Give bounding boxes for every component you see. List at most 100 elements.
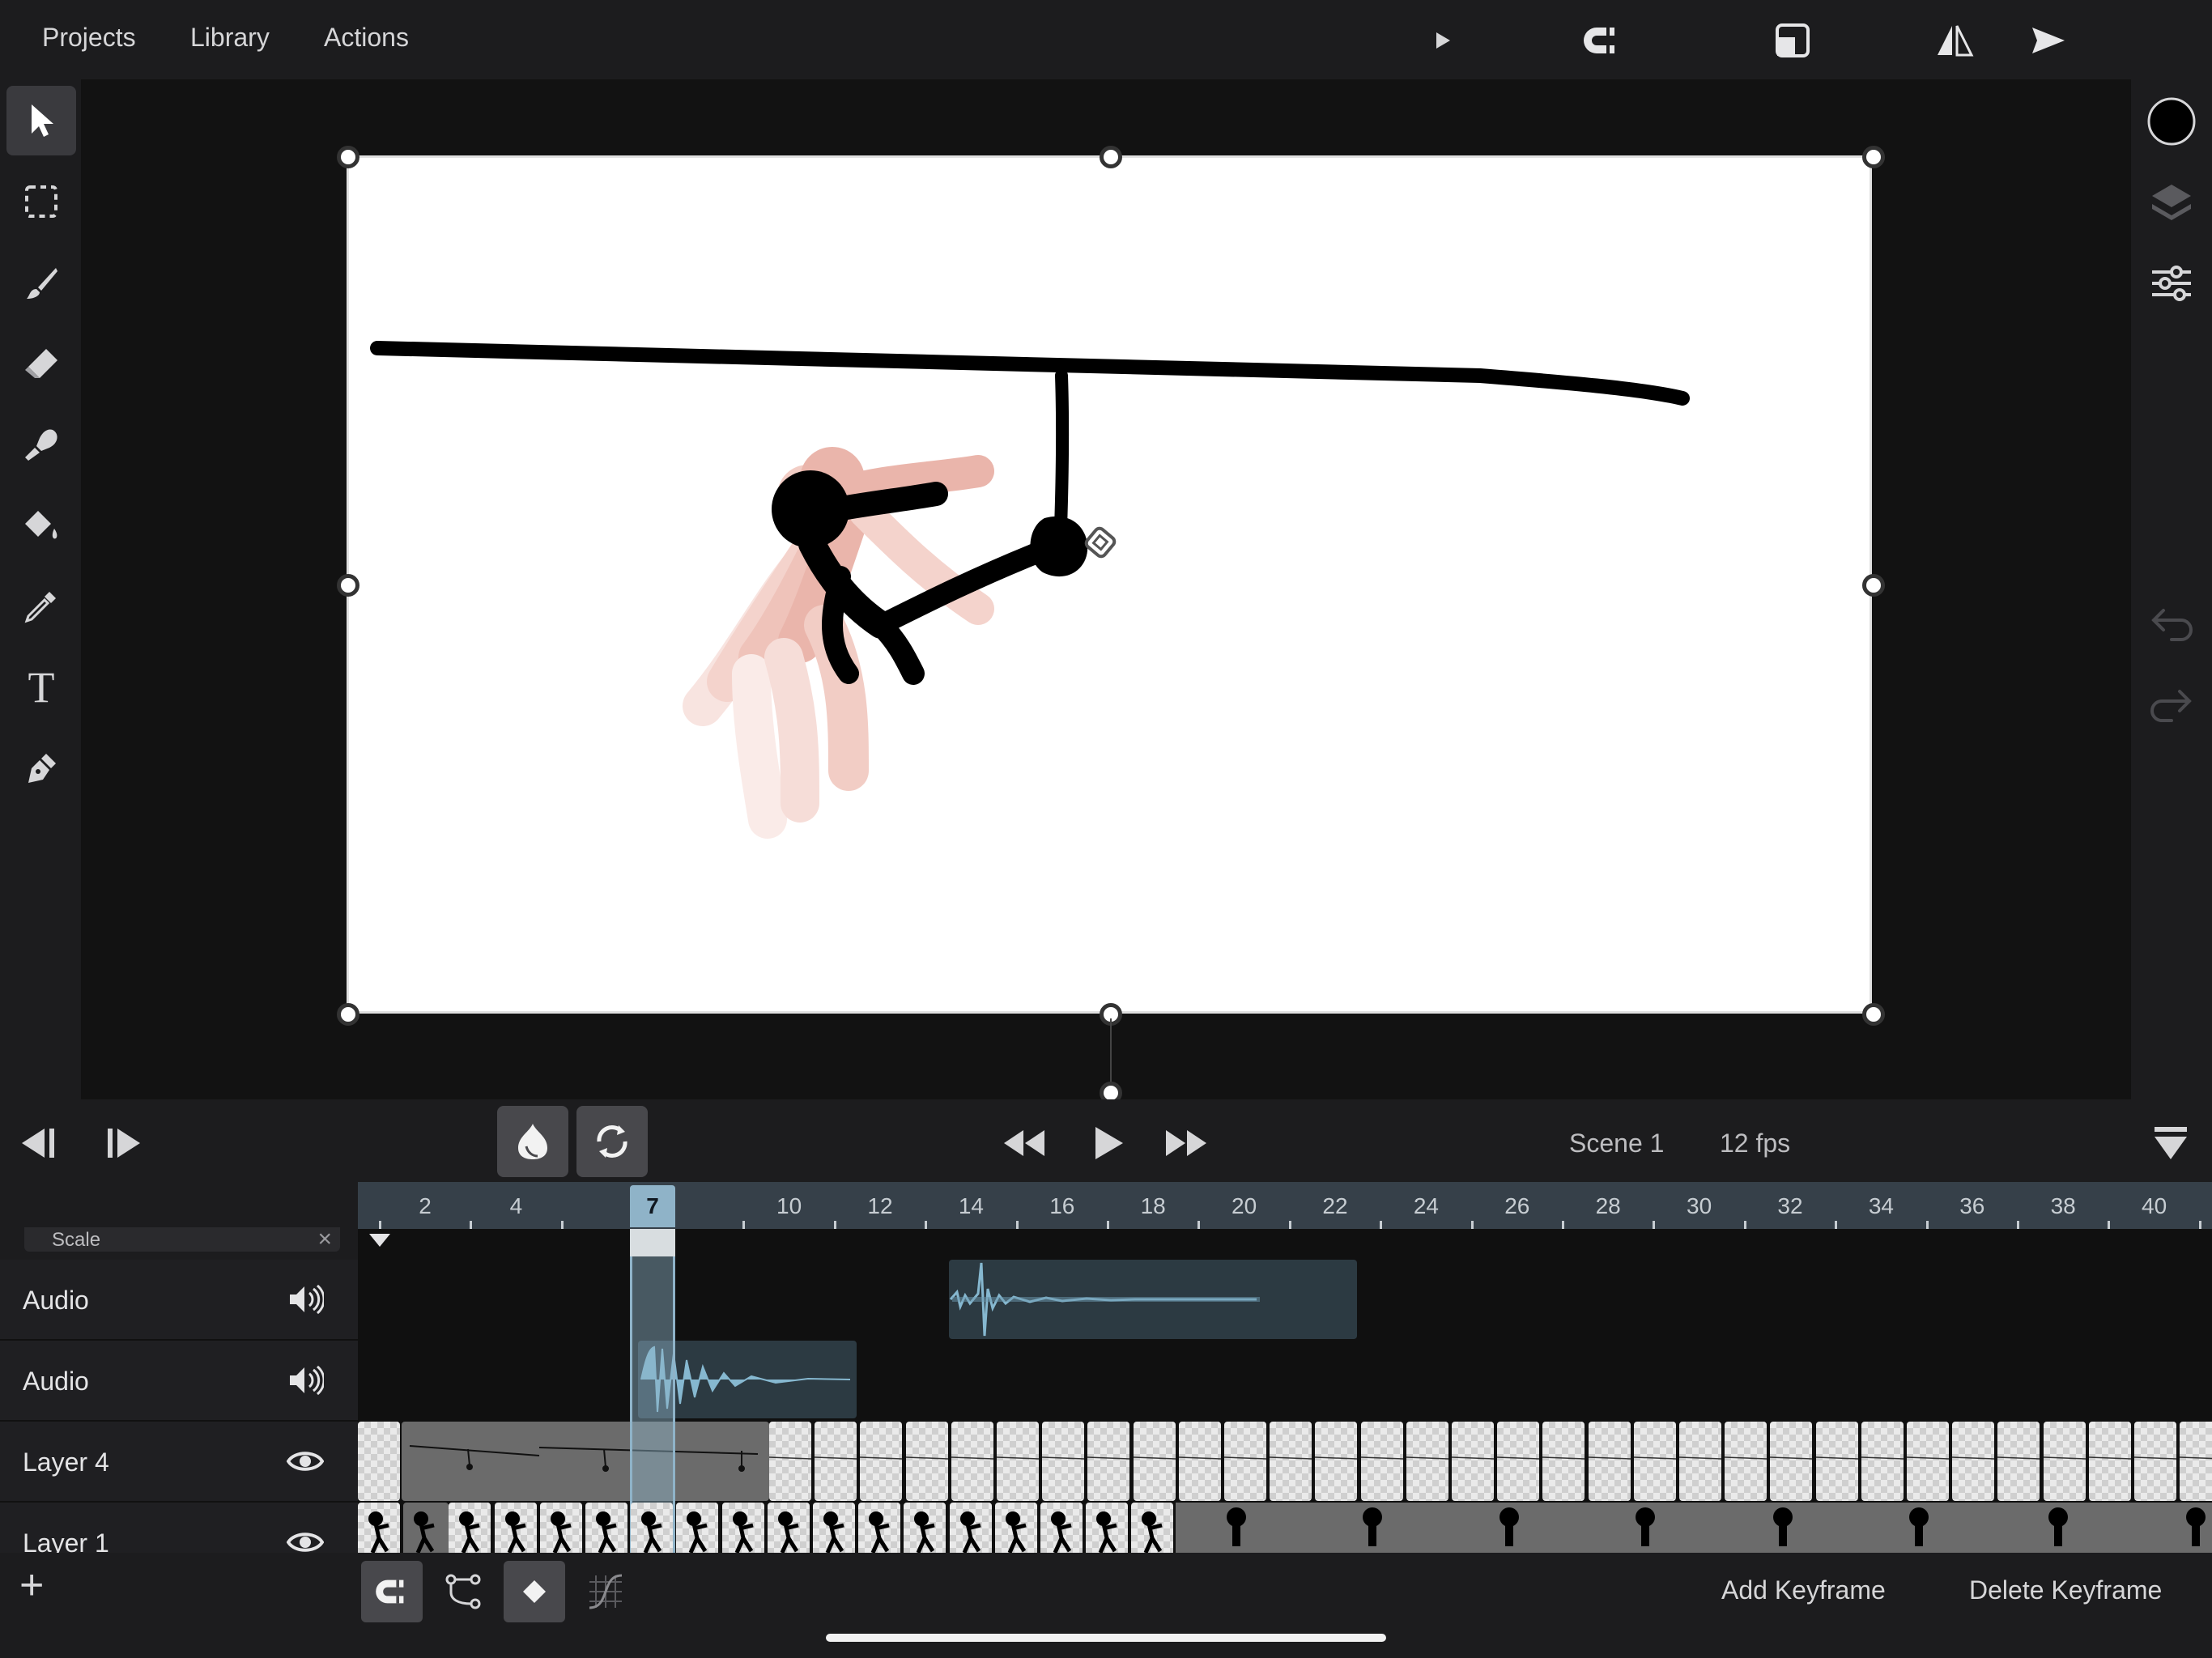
previous-frame-button[interactable] xyxy=(11,1119,65,1167)
eyedropper-tool[interactable] xyxy=(6,572,76,641)
scene-label[interactable]: Scene 1 xyxy=(1569,1129,1664,1158)
frame-cell[interactable] xyxy=(858,1503,901,1553)
play-button[interactable] xyxy=(1082,1119,1135,1167)
frame-cell[interactable] xyxy=(860,1422,903,1501)
add-layer-button[interactable]: + xyxy=(19,1561,44,1609)
frame-cell[interactable] xyxy=(951,1422,993,1501)
frame-block[interactable] xyxy=(402,1422,769,1501)
frame-cell[interactable] xyxy=(996,1422,1040,1501)
frame-cell[interactable] xyxy=(1087,1422,1130,1501)
frame-cell[interactable] xyxy=(1906,1422,1950,1501)
frame-cell[interactable] xyxy=(721,1503,764,1553)
frame-cell[interactable] xyxy=(1040,1503,1083,1553)
frame-cell[interactable] xyxy=(1952,1422,1995,1501)
track-layer-4[interactable]: Layer 4 xyxy=(0,1422,358,1503)
select-tool[interactable] xyxy=(6,86,76,155)
marquee-tool[interactable] xyxy=(6,167,76,236)
frame-cell[interactable] xyxy=(2133,1422,2177,1501)
frame-cell[interactable] xyxy=(2043,1422,2086,1501)
frame-cell[interactable] xyxy=(1131,1503,1174,1553)
frame-cell[interactable] xyxy=(1223,1422,1267,1501)
transform-handle-right[interactable] xyxy=(1862,574,1885,597)
transform-handle-left[interactable] xyxy=(337,574,359,597)
menu-library[interactable]: Library xyxy=(190,23,270,53)
collapse-timeline-button[interactable] xyxy=(2144,1119,2197,1167)
frame-cell[interactable] xyxy=(1997,1422,2040,1501)
frame-cell[interactable] xyxy=(1815,1422,1858,1501)
frame-cell[interactable] xyxy=(631,1503,674,1553)
fps-label[interactable]: 12 fps xyxy=(1720,1129,1790,1158)
frame-cell[interactable] xyxy=(949,1503,992,1553)
frame-cell[interactable] xyxy=(2180,1422,2212,1501)
speaker-icon[interactable] xyxy=(285,1360,325,1401)
play-icon[interactable] xyxy=(1419,16,1467,65)
frame-cell[interactable] xyxy=(815,1422,857,1501)
eraser-tool[interactable] xyxy=(6,329,76,398)
snap-button[interactable] xyxy=(361,1561,423,1622)
text-tool[interactable]: T xyxy=(6,653,76,722)
frame-cell[interactable] xyxy=(1178,1422,1221,1501)
transform-handle-top[interactable] xyxy=(1100,146,1122,168)
frame-cell[interactable] xyxy=(539,1503,582,1553)
loop-button[interactable] xyxy=(576,1106,648,1177)
next-frame-button[interactable] xyxy=(97,1119,151,1167)
transform-handle-bottom-left[interactable] xyxy=(337,1003,359,1026)
undo-button[interactable] xyxy=(2142,594,2201,653)
frame-cell[interactable] xyxy=(1497,1422,1540,1501)
frame-cell[interactable] xyxy=(585,1503,627,1553)
hierarchy-button[interactable] xyxy=(432,1561,494,1622)
frame-cell[interactable] xyxy=(1588,1422,1631,1501)
rewind-button[interactable] xyxy=(998,1119,1051,1167)
frame-cell[interactable] xyxy=(358,1503,400,1553)
frame-cell[interactable] xyxy=(994,1503,1037,1553)
property-close-icon[interactable]: × xyxy=(317,1226,332,1253)
eye-icon[interactable] xyxy=(285,1441,325,1482)
keyframe-button[interactable] xyxy=(504,1561,565,1622)
flip-icon[interactable] xyxy=(1930,16,1979,65)
redo-button[interactable] xyxy=(2142,675,2201,733)
frame-cell[interactable] xyxy=(1861,1422,1904,1501)
fast-forward-button[interactable] xyxy=(1159,1119,1213,1167)
playhead-frame-label[interactable]: 7 xyxy=(630,1185,675,1227)
add-keyframe-button[interactable]: Add Keyframe xyxy=(1721,1575,1886,1605)
canvas-size-icon[interactable] xyxy=(1768,16,1817,65)
frame-cell[interactable] xyxy=(1315,1422,1358,1501)
frame-cell[interactable] xyxy=(1406,1422,1448,1501)
brush-tool[interactable] xyxy=(6,248,76,317)
easing-button[interactable] xyxy=(575,1561,636,1622)
speaker-icon[interactable] xyxy=(285,1279,325,1320)
layers-button[interactable] xyxy=(2142,173,2201,232)
frame-cell[interactable] xyxy=(1542,1422,1585,1501)
color-swatch-button[interactable] xyxy=(2142,92,2201,151)
audio-clip-1[interactable] xyxy=(949,1260,1357,1339)
frame-cell[interactable] xyxy=(358,1422,400,1501)
scale-keyframe-marker[interactable] xyxy=(368,1229,392,1248)
frame-cell[interactable] xyxy=(1633,1422,1676,1501)
frame-cell[interactable] xyxy=(905,1422,948,1501)
timeline-tracks[interactable] xyxy=(358,1229,2212,1553)
frame-cell[interactable] xyxy=(2088,1422,2131,1501)
frame-cell[interactable] xyxy=(768,1422,812,1501)
frame-cell[interactable] xyxy=(767,1503,810,1553)
frame-cell[interactable] xyxy=(1770,1422,1813,1501)
pen-tool[interactable] xyxy=(6,733,76,803)
frame-cell[interactable] xyxy=(813,1503,855,1553)
frame-cell[interactable] xyxy=(449,1503,491,1553)
menu-projects[interactable]: Projects xyxy=(42,23,136,53)
smudge-tool[interactable] xyxy=(6,410,76,479)
frame-cell[interactable] xyxy=(1270,1422,1312,1501)
frame-block[interactable] xyxy=(1176,1503,2212,1553)
frame-cell[interactable] xyxy=(1451,1422,1495,1501)
transform-handle-top-left[interactable] xyxy=(337,146,359,168)
track-audio-2[interactable]: Audio xyxy=(0,1341,358,1422)
frame-cell[interactable] xyxy=(1360,1422,1403,1501)
track-audio-1[interactable]: Audio xyxy=(0,1260,358,1341)
send-icon[interactable] xyxy=(2024,16,2073,65)
frame-cell[interactable] xyxy=(1042,1422,1085,1501)
frame-cell[interactable] xyxy=(1678,1422,1722,1501)
frame-cell[interactable] xyxy=(676,1503,719,1553)
frame-cell[interactable] xyxy=(904,1503,946,1553)
transform-handle-top-right[interactable] xyxy=(1862,146,1885,168)
frame-cell[interactable] xyxy=(403,1503,449,1553)
frame-cell[interactable] xyxy=(1133,1422,1176,1501)
